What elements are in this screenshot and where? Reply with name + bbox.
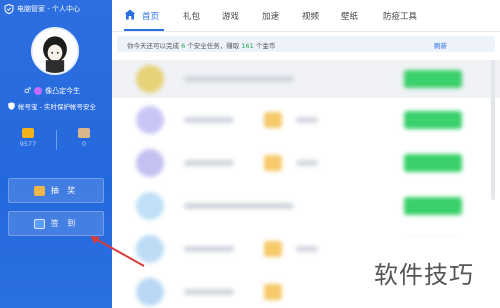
- account-security-row[interactable]: 帐号宝 - 实时保护帐号安全: [8, 101, 96, 111]
- checkin-label: 签 到: [50, 219, 79, 228]
- username: 像凸定今生: [45, 87, 81, 95]
- shield-icon: [8, 102, 15, 110]
- task-reward: [296, 160, 318, 166]
- checkin-icon: [33, 218, 45, 229]
- task-title: [184, 246, 234, 252]
- task-reward: [296, 117, 318, 123]
- home-icon: [124, 9, 136, 20]
- tab-games[interactable]: 游戏: [222, 10, 239, 22]
- shield-logo-icon: [4, 4, 14, 14]
- task-action-button[interactable]: [404, 111, 462, 129]
- gift-count: 0: [81, 140, 87, 148]
- stats-divider: [56, 130, 57, 150]
- task-reward: [296, 246, 318, 252]
- task-title: [184, 160, 234, 166]
- tab-gift-pack[interactable]: 礼包: [183, 10, 200, 22]
- task-action-button[interactable]: [404, 70, 462, 88]
- task-thumbnail: [136, 149, 164, 177]
- tab-wallpaper[interactable]: 壁纸: [341, 10, 358, 22]
- list-item[interactable]: [112, 187, 500, 225]
- watermark: 软件技巧: [348, 237, 500, 308]
- task-action-button[interactable]: [404, 154, 462, 172]
- task-thumbnail: [136, 65, 164, 93]
- gift-stat[interactable]: 0: [59, 128, 109, 148]
- scrollbar[interactable]: [491, 60, 495, 200]
- lottery-button[interactable]: 抽 奖: [8, 178, 104, 203]
- user-name-row: ♂ 像凸定今生: [24, 86, 80, 96]
- lottery-label: 抽 奖: [50, 186, 79, 195]
- task-suffix: 个金币: [255, 42, 276, 50]
- gift-icon: [33, 185, 45, 196]
- male-sign-icon: ♂: [24, 86, 32, 95]
- list-item[interactable]: [112, 101, 500, 139]
- list-item[interactable]: [112, 144, 500, 182]
- task-prefix: 你今天还可以完成: [127, 42, 179, 50]
- tab-home[interactable]: 首页: [142, 10, 159, 22]
- stats-panel: 9577 0: [0, 128, 112, 154]
- security-status: 帐号宝 - 实时保护帐号安全: [18, 103, 96, 111]
- coin-icon: [264, 155, 282, 171]
- tab-speedup[interactable]: 加速: [262, 10, 279, 22]
- task-thumbnail: [136, 278, 164, 306]
- coin-stat[interactable]: 9577: [3, 128, 53, 148]
- task-title: [184, 289, 234, 295]
- top-nav: 首页 礼包 游戏 加速 视频 壁纸 防疫工具: [112, 0, 500, 32]
- refresh-link[interactable]: 刷新: [434, 40, 447, 50]
- task-summary: 你今天还可以完成 6 个安全任务，赚取 161 个金币: [127, 40, 275, 50]
- active-tab-indicator: [124, 29, 164, 31]
- coin-reward-count: 161: [241, 42, 254, 50]
- red-arrow-annotation: [90, 236, 145, 267]
- task-count: 6: [181, 42, 186, 50]
- watermark-text: 软件技巧: [374, 261, 474, 289]
- tab-video[interactable]: 视频: [302, 10, 319, 22]
- task-middle: 个安全任务，赚取: [187, 42, 240, 50]
- vip-badge-icon: [34, 87, 43, 95]
- avatar[interactable]: [31, 27, 79, 75]
- list-item[interactable]: [112, 60, 500, 98]
- coin-icon: [264, 284, 282, 300]
- task-title: [184, 203, 294, 209]
- tab-epidemic-tools[interactable]: 防疫工具: [383, 10, 417, 22]
- task-action-button[interactable]: [404, 197, 462, 215]
- task-thumbnail: [136, 106, 164, 134]
- task-title: [184, 117, 234, 123]
- window-titlebar: 电脑管家 - 个人中心: [4, 3, 80, 15]
- window-title: 电脑管家 - 个人中心: [17, 5, 80, 13]
- coin-count: 9577: [19, 140, 37, 148]
- task-banner: 你今天还可以完成 6 个安全任务，赚取 161 个金币 刷新: [117, 36, 495, 52]
- gift-box-icon: [78, 128, 90, 138]
- coin-icon: [22, 128, 34, 138]
- coin-icon: [264, 112, 282, 128]
- task-title: [184, 76, 294, 82]
- task-thumbnail: [136, 192, 164, 220]
- coin-icon: [264, 241, 282, 257]
